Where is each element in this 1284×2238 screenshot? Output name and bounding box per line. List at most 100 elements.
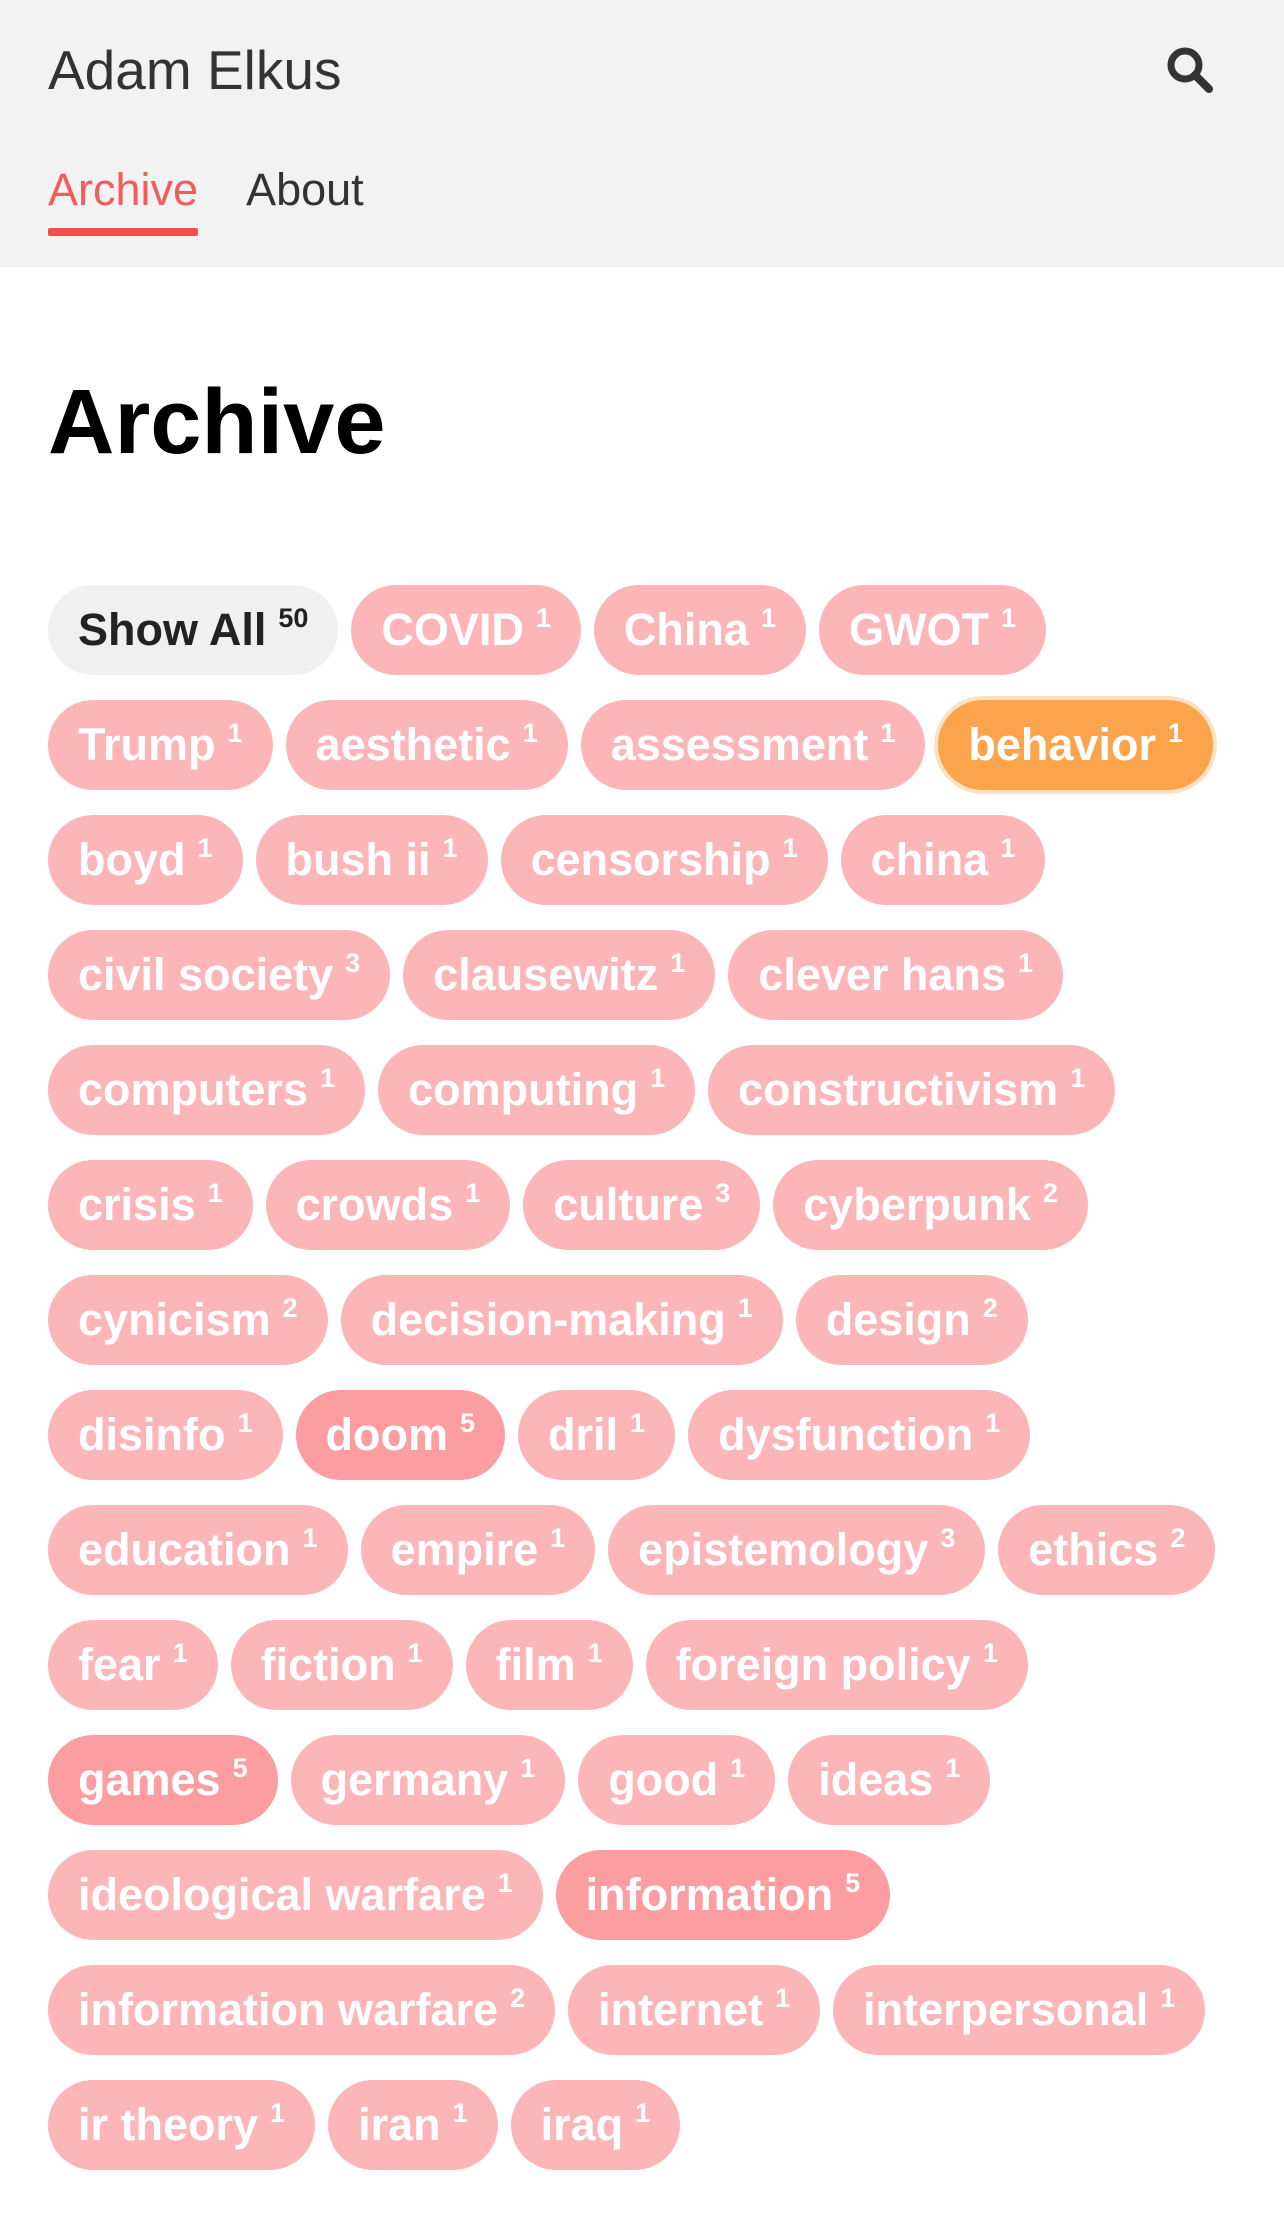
tag-label: games	[78, 1754, 221, 1805]
tag-count: 1	[630, 1407, 646, 1438]
tag-count: 3	[345, 947, 361, 978]
tag-label: ideas	[818, 1754, 934, 1805]
tag-pill[interactable]: culture 3	[523, 1160, 761, 1250]
tag-label: good	[608, 1754, 719, 1805]
tag-pill[interactable]: ideological warfare 1	[48, 1850, 543, 1940]
tag-pill[interactable]: good 1	[578, 1735, 776, 1825]
tag-count: 1	[945, 1752, 961, 1783]
tag-count: 1	[522, 717, 538, 748]
tag-pill[interactable]: disinfo 1	[48, 1390, 283, 1480]
tag-count: 1	[880, 717, 896, 748]
tag-pill[interactable]: iran 1	[328, 2080, 498, 2170]
tag-count: 1	[197, 832, 213, 863]
tag-pill[interactable]: cyberpunk 2	[773, 1160, 1088, 1250]
tag-count: 1	[237, 1407, 253, 1438]
tag-label: cynicism	[78, 1294, 271, 1345]
tag-count: 1	[1000, 832, 1016, 863]
tag-count: 1	[670, 947, 686, 978]
tag-pill[interactable]: decision-making 1	[340, 1275, 783, 1365]
tag-pill[interactable]: constructivism 1	[708, 1045, 1116, 1135]
tag-pill[interactable]: civil society 3	[48, 930, 391, 1020]
tag-pill[interactable]: crisis 1	[48, 1160, 253, 1250]
tag-pill[interactable]: clever hans 1	[728, 930, 1063, 1020]
tag-pill[interactable]: crowds 1	[265, 1160, 511, 1250]
tag-label: cyberpunk	[803, 1179, 1031, 1230]
tag-count: 1	[1070, 1062, 1086, 1093]
tag-count: 5	[845, 1867, 861, 1898]
tag-pill[interactable]: computing 1	[378, 1045, 696, 1135]
tag-label: censorship	[530, 834, 771, 885]
tag-label: crisis	[78, 1179, 196, 1230]
tag-pill[interactable]: empire 1	[360, 1505, 596, 1595]
tag-pill[interactable]: film 1	[465, 1620, 633, 1710]
tag-pill[interactable]: interpersonal 1	[833, 1965, 1206, 2055]
tag-pill[interactable]: behavior 1	[938, 700, 1213, 790]
tag-pill[interactable]: games 5	[48, 1735, 278, 1825]
tag-count: 2	[282, 1292, 298, 1323]
tag-pill[interactable]: COVID 1	[351, 585, 581, 675]
tag-label: ir theory	[78, 2099, 259, 2150]
tag-pill[interactable]: boyd 1	[48, 815, 243, 905]
tag-count: 1	[760, 602, 776, 633]
page-title: Archive	[48, 371, 386, 473]
tag-pill[interactable]: ideas 1	[788, 1735, 991, 1825]
tag-count: 1	[535, 602, 551, 633]
search-button[interactable]	[1160, 40, 1220, 100]
tag-label: ethics	[1028, 1524, 1159, 1575]
tag-count: 1	[985, 1407, 1001, 1438]
nav-link-archive[interactable]: Archive	[48, 160, 199, 236]
tag-count: 1	[465, 1177, 481, 1208]
tag-count: 1	[497, 1867, 513, 1898]
tag-pill[interactable]: iraq 1	[510, 2080, 681, 2170]
tag-label: assessment	[610, 719, 869, 770]
tag-pill[interactable]: censorship 1	[500, 815, 828, 905]
tag-pill[interactable]: aesthetic 1	[285, 700, 568, 790]
tag-pill[interactable]: bush ii 1	[255, 815, 488, 905]
tag-pill[interactable]: computers 1	[48, 1045, 366, 1135]
tag-pill[interactable]: foreign policy 1	[645, 1620, 1028, 1710]
tag-pill[interactable]: clausewitz 1	[403, 930, 716, 1020]
tag-pill[interactable]: ethics 2	[998, 1505, 1216, 1595]
tag-pill[interactable]: information 5	[555, 1850, 891, 1940]
tag-pill[interactable]: China 1	[593, 585, 806, 675]
tag-count: 2	[510, 1982, 526, 2013]
tag-pill[interactable]: doom 5	[295, 1390, 506, 1480]
tag-pill[interactable]: GWOT 1	[818, 585, 1046, 675]
tag-pill[interactable]: cynicism 2	[48, 1275, 328, 1365]
tag-label: Trump	[78, 719, 216, 770]
tag-pill[interactable]: education 1	[48, 1505, 348, 1595]
tag-pill[interactable]: dysfunction 1	[688, 1390, 1031, 1480]
tag-pill[interactable]: germany 1	[290, 1735, 566, 1825]
tag-count: 5	[232, 1752, 248, 1783]
tag-count: 1	[1000, 602, 1016, 633]
tag-pill[interactable]: epistemology 3	[608, 1505, 986, 1595]
show-all-tag[interactable]: Show All 50	[48, 585, 339, 675]
tag-count: 1	[452, 2097, 468, 2128]
tag-pill[interactable]: assessment 1	[580, 700, 926, 790]
nav-link-about[interactable]: About	[246, 160, 364, 230]
tag-pill[interactable]: Trump 1	[48, 700, 273, 790]
tag-count: 2	[1042, 1177, 1058, 1208]
tag-pill[interactable]: internet 1	[568, 1965, 821, 2055]
tag-pill[interactable]: ir theory 1	[48, 2080, 316, 2170]
tag-pill[interactable]: fiction 1	[230, 1620, 453, 1710]
site-title[interactable]: Adam Elkus	[48, 38, 341, 102]
site-header: Adam Elkus Archive About	[0, 0, 1284, 267]
tag-count: 1	[650, 1062, 666, 1093]
tag-pill[interactable]: information warfare 2	[48, 1965, 556, 2055]
tag-label: ideological warfare	[78, 1869, 486, 1920]
tag-count: 1	[587, 1637, 603, 1668]
tag-label: disinfo	[78, 1409, 226, 1460]
tag-count: 1	[1160, 1982, 1176, 2013]
tag-count: 1	[172, 1637, 188, 1668]
tag-label: education	[78, 1524, 291, 1575]
tag-label: china	[870, 834, 989, 885]
tag-label: GWOT	[848, 604, 989, 655]
tag-count: 1	[1017, 947, 1033, 978]
tag-pill[interactable]: fear 1	[48, 1620, 218, 1710]
tag-count: 1	[302, 1522, 318, 1553]
tag-pill[interactable]: china 1	[840, 815, 1046, 905]
tag-pill[interactable]: design 2	[795, 1275, 1028, 1365]
tag-pill[interactable]: dril 1	[518, 1390, 676, 1480]
tag-count: 2	[1170, 1522, 1186, 1553]
